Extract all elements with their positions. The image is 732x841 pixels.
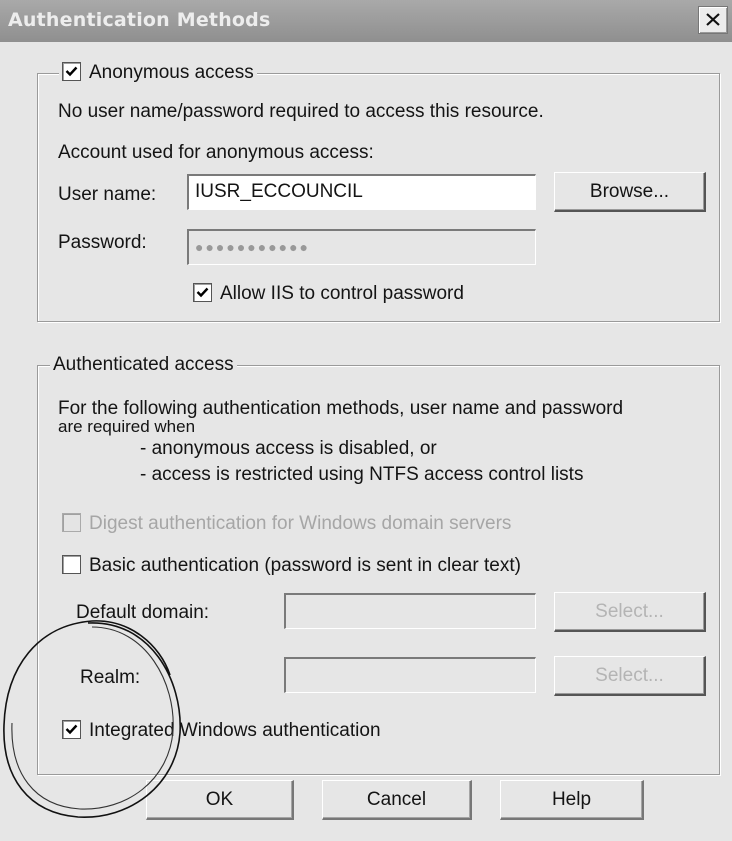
integrated-windows-auth-option[interactable]: Integrated Windows authentication [62, 719, 381, 743]
allow-iis-control-option[interactable]: Allow IIS to control password [193, 282, 464, 306]
anonymous-access-legend[interactable]: Anonymous access [59, 61, 257, 85]
integrated-windows-auth-checkbox[interactable] [62, 720, 81, 739]
checkmark-icon [196, 287, 209, 298]
authenticated-description-line2: are required when [58, 417, 196, 436]
help-button[interactable]: Help [500, 780, 644, 820]
default-domain-label: Default domain: [76, 602, 210, 623]
checkmark-icon [65, 724, 78, 735]
password-label: Password: [58, 232, 147, 253]
anonymous-description: No user name/password required to access… [58, 101, 544, 122]
cancel-button[interactable]: Cancel [322, 780, 472, 820]
anonymous-access-checkbox[interactable] [62, 62, 81, 81]
digest-auth-label: Digest authentication for Windows domain… [89, 513, 512, 534]
basic-auth-label: Basic authentication (password is sent i… [89, 555, 521, 576]
title-bar: Authentication Methods [0, 0, 732, 42]
account-used-label: Account used for anonymous access: [58, 142, 374, 163]
close-button[interactable] [698, 6, 728, 34]
anonymous-access-label: Anonymous access [89, 62, 254, 83]
basic-auth-option[interactable]: Basic authentication (password is sent i… [62, 554, 521, 578]
close-icon [706, 13, 720, 26]
digest-auth-option[interactable]: Digest authentication for Windows domain… [62, 512, 511, 536]
authenticated-access-legend: Authenticated access [50, 353, 237, 377]
default-domain-select-button[interactable]: Select... [554, 592, 706, 632]
username-input[interactable]: IUSR_ECCOUNCIL [187, 174, 536, 210]
realm-input[interactable] [284, 657, 536, 693]
default-domain-input[interactable] [284, 593, 536, 629]
ntfs-restricted-note: - access is restricted using NTFS access… [140, 464, 584, 485]
realm-select-button[interactable]: Select... [554, 656, 706, 696]
allow-iis-checkbox[interactable] [193, 283, 212, 302]
basic-auth-checkbox[interactable] [62, 555, 81, 574]
digest-auth-checkbox[interactable] [62, 513, 81, 532]
username-label: User name: [58, 184, 157, 205]
password-input[interactable]: ●●●●●●●●●●● [187, 229, 536, 265]
checkmark-icon [65, 66, 78, 77]
anonymous-disabled-note: - anonymous access is disabled, or [140, 438, 437, 459]
allow-iis-label: Allow IIS to control password [220, 283, 464, 304]
window-title: Authentication Methods [8, 9, 271, 31]
ok-button[interactable]: OK [146, 780, 294, 820]
integrated-windows-auth-label: Integrated Windows authentication [89, 720, 381, 741]
realm-label: Realm: [80, 667, 141, 688]
browse-button[interactable]: Browse... [554, 172, 706, 212]
